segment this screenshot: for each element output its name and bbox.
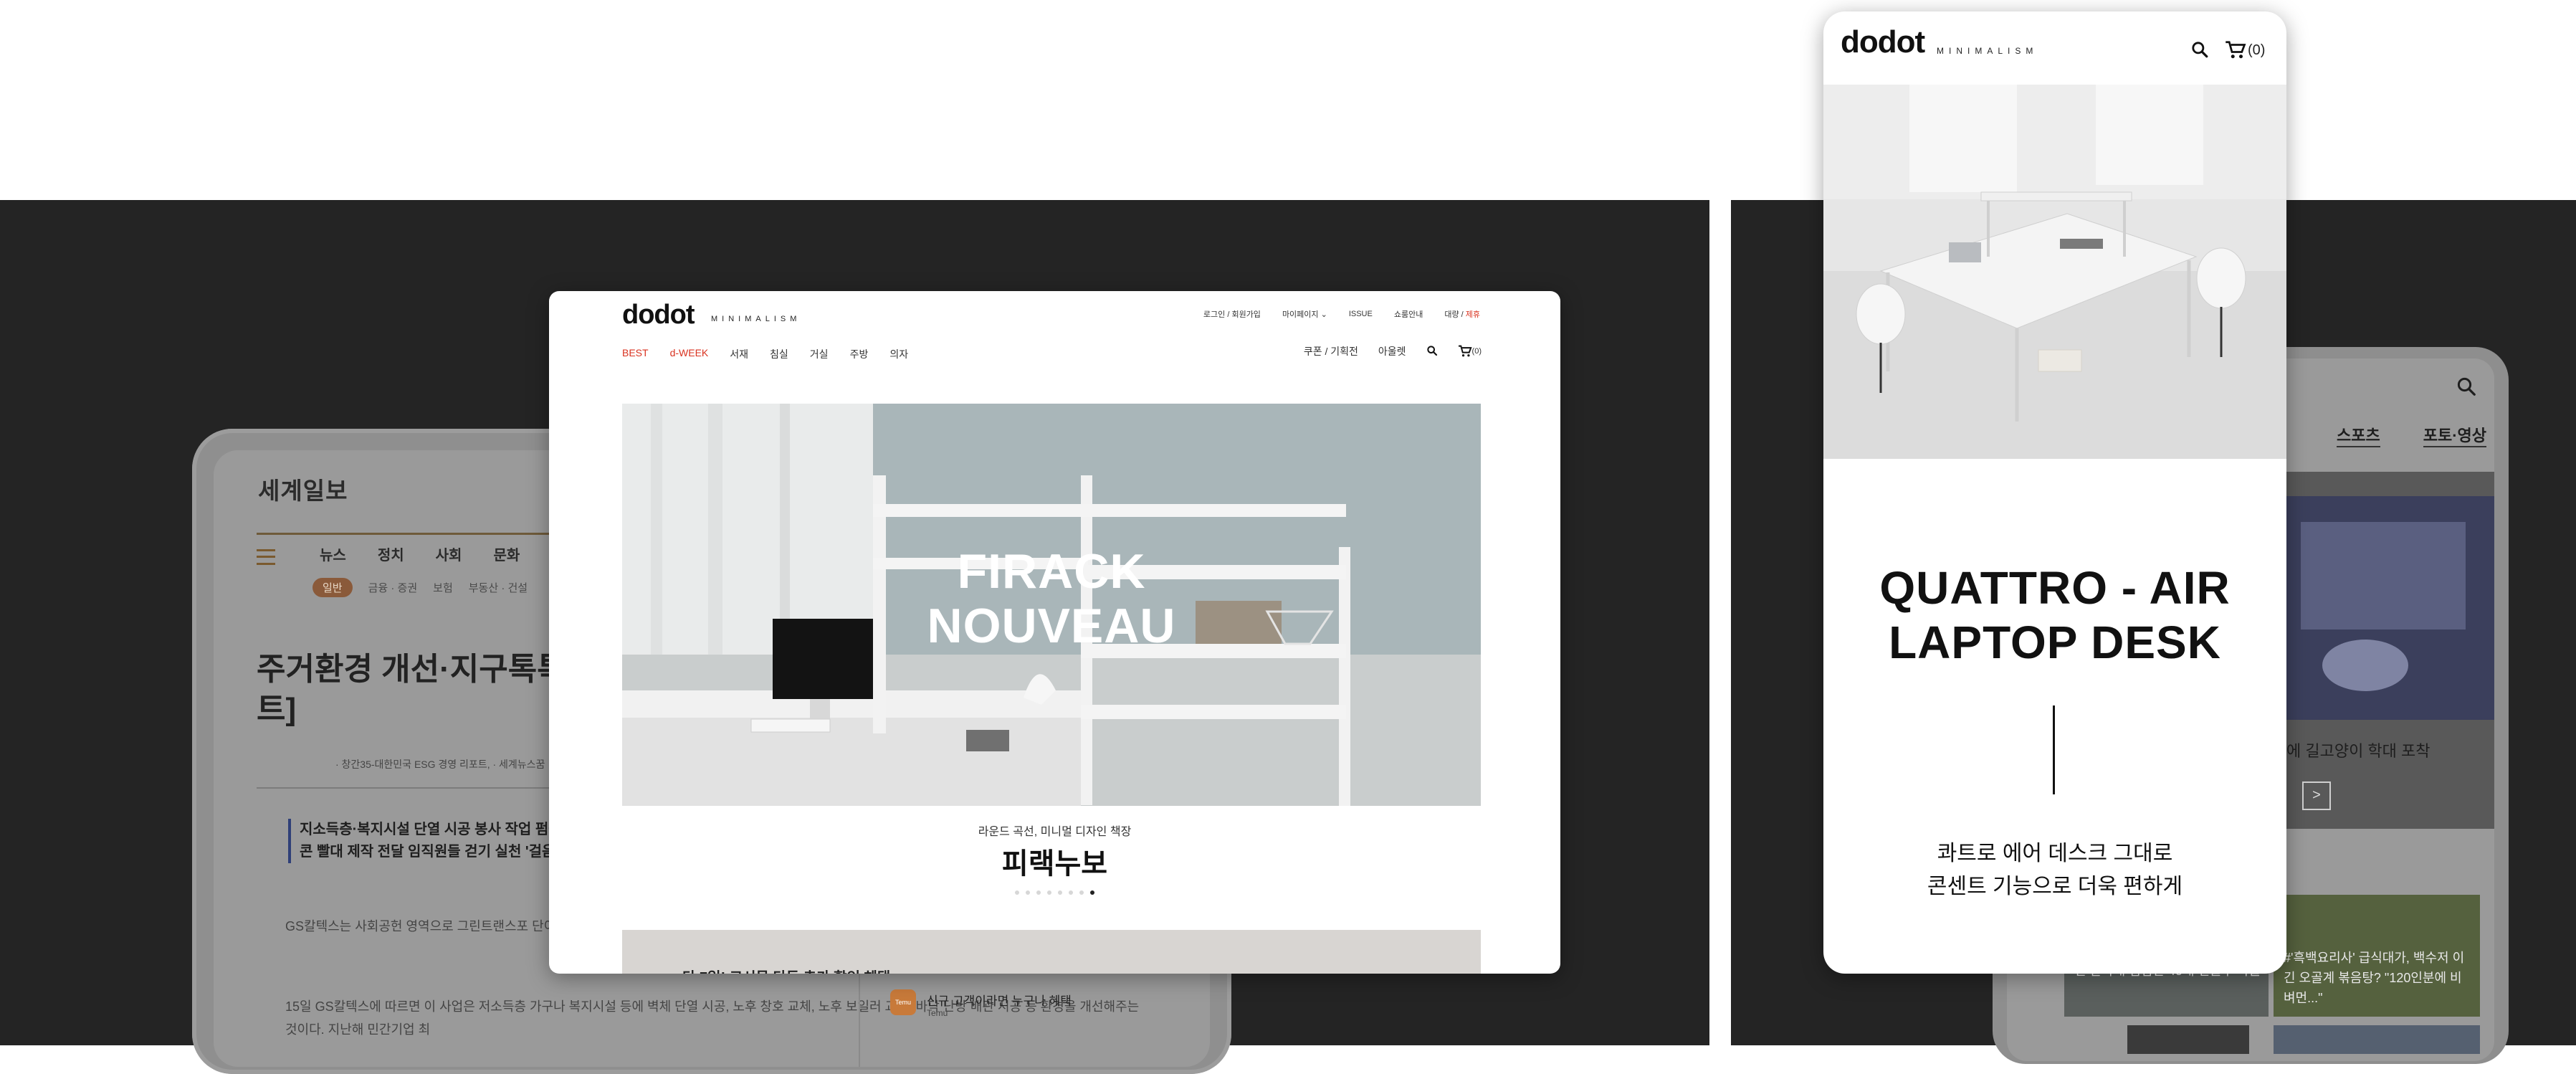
right-news-nav: 스포츠 포토·영상 (2337, 423, 2487, 447)
promo-banner-text: 단 7일! 고시몰 단독 추가 할인 혜택 (682, 966, 890, 974)
news-nav-item[interactable]: 뉴스 (320, 543, 346, 564)
coupon-link[interactable]: 쿠폰 / 기획전 (1304, 344, 1358, 358)
nav-living[interactable]: 거실 (810, 347, 829, 361)
news-thumbnail-card[interactable] (2274, 1025, 2480, 1054)
slide-dot[interactable] (1090, 890, 1094, 895)
cart-button[interactable]: (0) (1458, 345, 1482, 358)
dodot-logo[interactable]: dodot (622, 300, 695, 331)
dodot-logo-tagline: MINIMALISM (711, 315, 801, 323)
outlet-link[interactable]: 아울렛 (1378, 344, 1406, 358)
promo-banner[interactable]: 단 7일! 고시몰 단독 추가 할인 혜택 (622, 930, 1481, 974)
utility-links: 로그인 / 회원가입 마이페이지 ⌄ ISSUE 쇼룸안내 대량 / 제휴 (1203, 308, 1480, 320)
slide-dot[interactable] (1036, 890, 1041, 895)
product-description: 콰트로 에어 데스크 그대로 콘센트 기능으로 더욱 편하게 (1927, 842, 2183, 898)
news-nav: 뉴스 정치 사회 문화 전 (320, 543, 565, 564)
slide-dot[interactable] (1058, 890, 1062, 895)
news-thumbnail-text: #'흑백요리사' 급식대가, 백수저 이 긴 오골계 볶음탕? "120인분에 … (2284, 951, 2465, 1005)
hero-caption-sub: 라운드 곡선, 미니멀 디자인 책장 (978, 826, 1132, 838)
mobile-screen: dodot MINIMALISM (0) QUATTRO - AIR LAPTO… (1823, 11, 2286, 974)
cart-button[interactable]: (0) (2225, 40, 2265, 60)
product-title: QUATTRO - AIR LAPTOP DESK (1879, 562, 2231, 668)
login-link[interactable]: 로그인 / 회원가입 (1203, 308, 1261, 320)
nav-chair[interactable]: 의자 (889, 347, 908, 361)
news-byline: · 창간35-대한민국 ESG 경영 리포트, · 세계뉴스꿈 (335, 759, 545, 770)
nav-study[interactable]: 서재 (730, 347, 748, 361)
slide-pagination (549, 890, 1560, 895)
cart-count: (0) (2248, 42, 2266, 58)
nav-d-week[interactable]: d-WEEK (670, 347, 709, 361)
hamburger-menu-icon[interactable] (257, 549, 275, 565)
slide-dot[interactable] (1047, 890, 1051, 895)
slide-dot[interactable] (1026, 890, 1030, 895)
news-subnav-item[interactable]: 보험 (433, 580, 453, 595)
news-thumbnail-card[interactable]: #'흑백요리사' 급식대가, 백수저 이 긴 오골계 볶음탕? "120인분에 … (2274, 895, 2480, 1017)
mypage-link[interactable]: 마이페이지 ⌄ (1282, 308, 1327, 320)
news-subnav-active[interactable]: 일반 (313, 578, 353, 597)
nav-bedroom[interactable]: 침실 (770, 347, 788, 361)
bulk-partner-link[interactable]: 대량 / 제휴 (1444, 308, 1480, 320)
product-hero-image[interactable] (1823, 85, 2286, 459)
right-news-nav-item[interactable]: 포토·영상 (2423, 423, 2487, 447)
slide-dot[interactable] (1079, 890, 1084, 895)
dodot-logo[interactable]: dodot (1841, 24, 1925, 60)
cart-icon (2226, 41, 2246, 59)
issue-link[interactable]: ISSUE (1349, 310, 1373, 318)
slide-dot[interactable] (1015, 890, 1019, 895)
hero-caption-title: 피랙누보 (1001, 848, 1108, 880)
news-nav-item[interactable]: 문화 (493, 543, 520, 564)
cart-count: (0) (1471, 347, 1482, 356)
right-news-nav-item[interactable]: 스포츠 (2337, 423, 2380, 447)
slide-dot[interactable] (1069, 890, 1073, 895)
header-right-actions: 쿠폰 / 기획전 아울렛 (0) (1304, 344, 1482, 358)
desktop-browser-window: dodot MINIMALISM 로그인 / 회원가입 마이페이지 ⌄ ISSU… (549, 291, 1560, 974)
news-subnav: 일반 금융 · 증권 보험 부동산 · 건설 (313, 578, 528, 597)
next-arrow-button[interactable]: > (2302, 781, 2331, 810)
news-nav-item[interactable]: 사회 (436, 543, 462, 564)
dodot-logo-tagline: MINIMALISM (1937, 46, 2038, 56)
chevron-down-icon: ⌄ (1320, 310, 1327, 319)
nav-best[interactable]: BEST (622, 347, 649, 361)
category-nav: BEST d-WEEK 서재 침실 거실 주방 의자 (622, 347, 908, 361)
news-logo[interactable]: 세계일보 (258, 472, 348, 506)
news-thumbnail-card[interactable] (2127, 1025, 2249, 1054)
ad-logo-icon[interactable]: Temu (890, 989, 916, 1015)
nav-kitchen[interactable]: 주방 (850, 347, 869, 361)
cart-icon (1458, 345, 1472, 357)
hero-title: FIRACK NOUVEAU (927, 544, 1176, 653)
ad-title[interactable]: 신규 고객이라면 누구나 혜택 (927, 991, 1072, 1009)
search-icon[interactable] (2190, 40, 2209, 62)
news-subnav-item[interactable]: 부동산 · 건설 (469, 580, 528, 595)
title-divider-line (2053, 705, 2055, 794)
hero-banner-image[interactable]: FIRACK NOUVEAU (622, 404, 1481, 806)
news-nav-item[interactable]: 정치 (378, 543, 404, 564)
search-icon[interactable] (1426, 345, 1438, 358)
ad-subtitle: Temu (927, 1008, 948, 1018)
video-caption[interactable]: 에 길고양이 학대 포착 (2286, 738, 2430, 761)
showroom-link[interactable]: 쇼룸안내 (1394, 308, 1423, 320)
news-subnav-item[interactable]: 금융 · 증권 (368, 580, 418, 595)
search-icon[interactable] (2456, 376, 2477, 401)
